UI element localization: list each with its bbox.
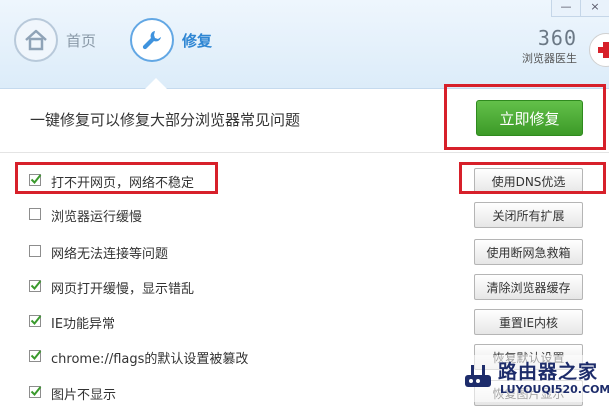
window-controls: — × — [551, 0, 609, 17]
wrench-icon — [130, 18, 174, 62]
top-bar: — × 首页 修复 360 浏览器医生 — [0, 0, 609, 89]
watermark-url: LUYOUQI520.COM — [500, 383, 609, 396]
red-cross-icon — [589, 33, 609, 67]
page-headline: 一键修复可以修复大部分浏览器常见问题 — [30, 111, 301, 129]
reset-ie-button[interactable]: 重置IE内核 — [474, 309, 583, 335]
list-item: IE功能异常 重置IE内核 — [0, 305, 609, 339]
item-checkbox[interactable] — [29, 315, 42, 327]
home-icon — [14, 18, 58, 62]
item-label: 图片不显示 — [51, 388, 117, 403]
network-first-aid-button[interactable]: 使用断网急救箱 — [474, 239, 583, 265]
tab-home-label: 首页 — [66, 31, 97, 50]
clear-cache-button[interactable]: 清除浏览器缓存 — [474, 274, 583, 300]
item-checkbox[interactable] — [29, 245, 41, 257]
brand-name: 360 — [537, 26, 577, 50]
highlight-box-dns — [459, 162, 606, 194]
list-item: 网络无法连接等问题 使用断网急救箱 — [0, 235, 609, 269]
highlight-box-item — [15, 162, 218, 194]
item-label: 网页打开缓慢，显示错乱 — [51, 282, 195, 297]
disable-extensions-button[interactable]: 关闭所有扩展 — [474, 202, 583, 228]
tab-repair[interactable]: 修复 — [130, 18, 212, 62]
minimize-button[interactable]: — — [551, 0, 580, 17]
item-label: IE功能异常 — [51, 317, 116, 332]
item-label: chrome://flags的默认设置被篡改 — [51, 352, 249, 367]
list-item: 浏览器运行缓慢 关闭所有扩展 — [0, 198, 609, 232]
item-label: 浏览器运行缓慢 — [51, 210, 143, 225]
divider — [0, 152, 609, 153]
item-checkbox[interactable] — [29, 208, 41, 220]
watermark: 路由器之家 LUYOUQI520.COM — [456, 355, 609, 402]
watermark-title: 路由器之家 — [498, 361, 599, 383]
list-item: 网页打开缓慢，显示错乱 清除浏览器缓存 — [0, 270, 609, 304]
active-tab-pointer — [145, 78, 167, 89]
brand: 360 浏览器医生 — [522, 28, 577, 66]
item-checkbox[interactable] — [29, 386, 42, 398]
router-icon — [462, 361, 494, 395]
tab-repair-label: 修复 — [182, 31, 213, 50]
brand-subtitle: 浏览器医生 — [522, 52, 577, 65]
item-checkbox[interactable] — [29, 350, 42, 362]
fix-now-button[interactable]: 立即修复 — [476, 100, 583, 136]
item-label: 网络无法连接等问题 — [51, 247, 169, 262]
close-button[interactable]: × — [580, 0, 609, 17]
tab-home[interactable]: 首页 — [14, 18, 96, 62]
item-checkbox[interactable] — [29, 280, 42, 292]
